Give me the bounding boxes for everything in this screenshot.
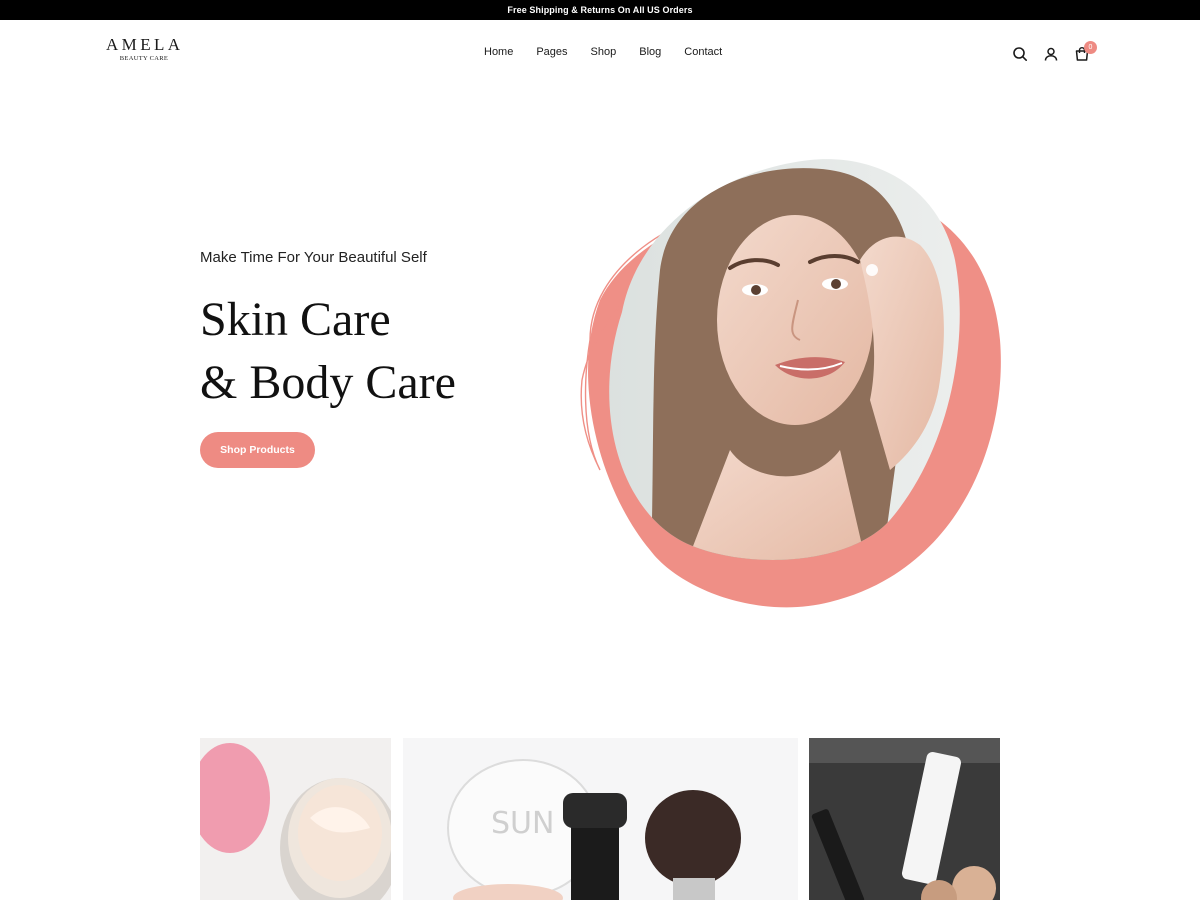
site-header: AMELA BEAUTY CARE Home Pages Shop Blog C… <box>0 20 1200 86</box>
cart-button[interactable]: 0 <box>1072 41 1097 64</box>
cart-count-badge: 0 <box>1084 41 1097 54</box>
nav-item-shop[interactable]: Shop <box>591 45 617 59</box>
hero-title-line1: Skin Care <box>200 293 391 346</box>
hero-image <box>560 150 1010 610</box>
product-image-brushes[interactable]: SUN <box>403 738 798 900</box>
product-image-kiko[interactable] <box>809 738 1000 900</box>
svg-text:SUN: SUN <box>491 806 554 841</box>
header-actions: 0 <box>1010 41 1097 64</box>
nav-item-home[interactable]: Home <box>484 45 513 59</box>
product-image-cream[interactable] <box>200 738 391 900</box>
hero-title-line2: & Body Care <box>200 356 456 409</box>
user-icon[interactable] <box>1041 44 1061 64</box>
brand-tagline: BEAUTY CARE <box>119 55 169 62</box>
shop-products-button[interactable]: Shop Products <box>200 432 315 468</box>
nav-item-blog[interactable]: Blog <box>639 45 661 59</box>
search-icon[interactable] <box>1010 44 1030 64</box>
brand-name: AMELA <box>106 35 184 54</box>
main-nav: Home Pages Shop Blog Contact <box>484 45 722 59</box>
announcement-bar: Free Shipping & Returns On All US Orders <box>0 0 1200 20</box>
nav-item-pages[interactable]: Pages <box>536 45 567 59</box>
hero-subtitle: Make Time For Your Beautiful Self <box>200 249 427 266</box>
nav-item-contact[interactable]: Contact <box>684 45 722 59</box>
hero-title: Skin Care & Body Care <box>200 288 456 414</box>
announcement-text: Free Shipping & Returns On All US Orders <box>507 5 693 15</box>
brand-logo[interactable]: AMELA BEAUTY CARE <box>106 36 182 63</box>
